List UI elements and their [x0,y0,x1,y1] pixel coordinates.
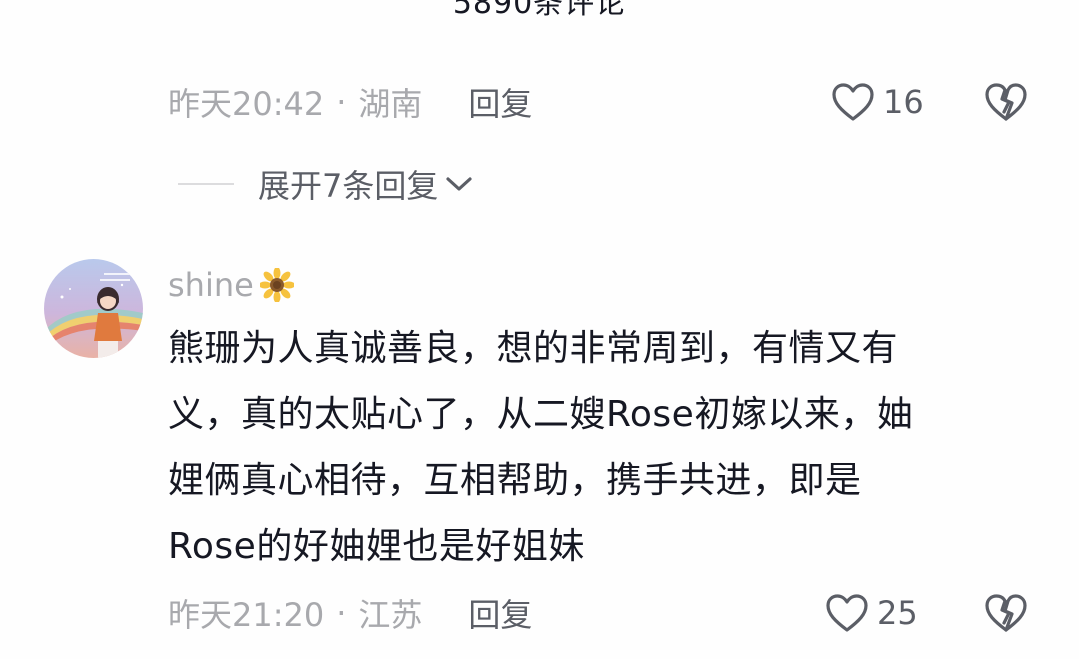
broken-heart-icon [985,594,1027,632]
like-button[interactable]: 16 [831,80,924,124]
chevron-down-icon [446,177,472,191]
comment-timestamp: 昨天21:20 [168,596,325,634]
meta-separator: · [336,83,347,121]
comment-location: 湖南 [358,85,423,123]
expand-replies-button[interactable]: 展开7条回复 [178,162,474,206]
heart-outline-icon [826,594,868,632]
like-count: 16 [883,83,924,121]
meta-separator: · [336,594,347,632]
expand-divider [178,183,234,185]
expand-replies-label: 展开7条回复 [258,167,439,205]
broken-heart-icon [985,83,1027,121]
comment-timestamp: 昨天20:42 [168,85,325,123]
like-button[interactable]: 25 [825,591,918,635]
comment-location: 江苏 [358,596,423,634]
heart-outline-icon [832,83,874,121]
comment-text-line: 义，真的太贴心了，从二嫂Rose初嫁以来，妯 [168,394,914,435]
comment-text: 熊珊为人真诚善良，想的非常周到，有情又有 义，真的太贴心了，从二嫂Rose初嫁以… [168,316,1018,580]
dislike-button[interactable] [984,593,1028,637]
comment-count-header: 5890条评论 [452,0,627,21]
avatar[interactable] [44,259,143,358]
reply-button[interactable]: 回复 [468,590,532,636]
comment-text-line: 娌俩真心相待，互相帮助，携手共进，即是 [168,460,862,501]
comment-text-line: Rose的好妯娌也是好姐妹 [168,526,585,567]
username: shine [168,266,254,304]
sunflower-emoji [259,268,294,302]
comment-text-line: 熊珊为人真诚善良，想的非常周到，有情又有 [168,328,899,369]
avatar-girl-illustration [44,259,143,358]
like-count: 25 [877,594,918,632]
reply-button[interactable]: 回复 [468,79,532,125]
dislike-button[interactable] [984,82,1028,126]
comment-author[interactable]: shine [168,263,294,307]
